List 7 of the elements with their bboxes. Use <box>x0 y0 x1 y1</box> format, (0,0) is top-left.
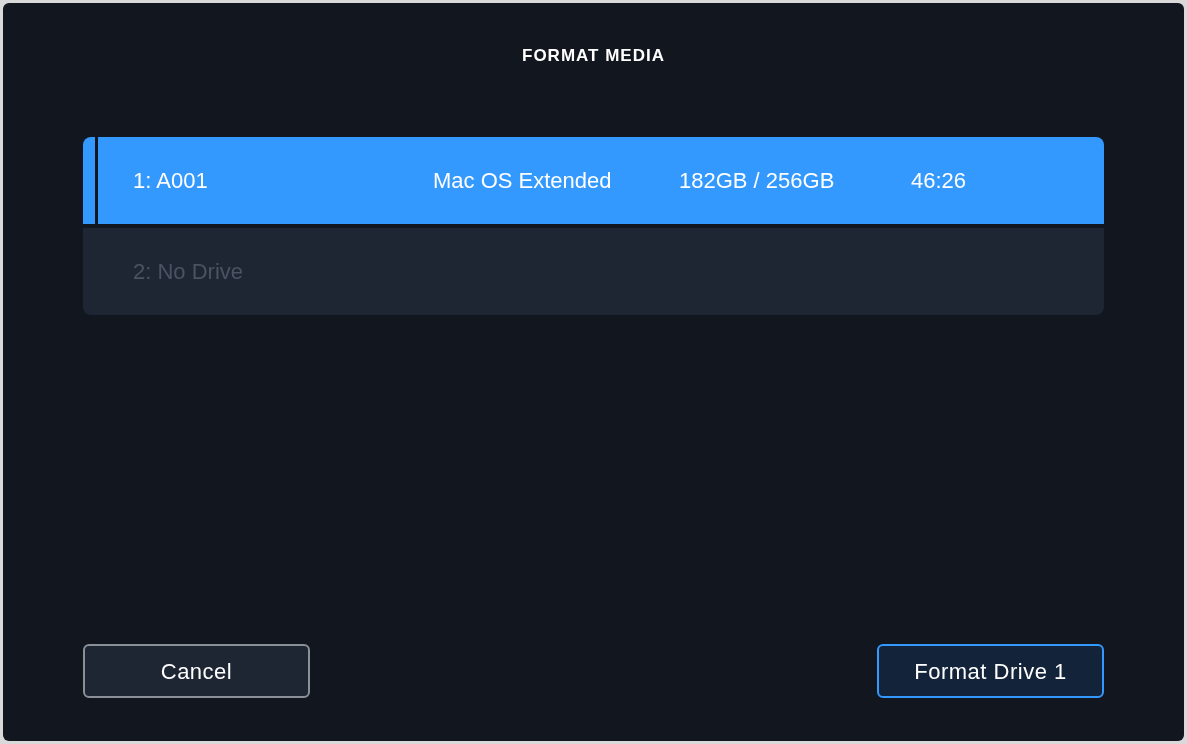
dialog-title: FORMAT MEDIA <box>522 45 665 67</box>
drive-format: Mac OS Extended <box>433 166 613 195</box>
drive-capacity: 182GB / 256GB <box>679 166 836 195</box>
format-button[interactable]: Format Drive 1 <box>877 644 1104 698</box>
record-time: 46:26 <box>911 166 967 195</box>
drive-name: 1: A001 <box>133 166 209 195</box>
cancel-button[interactable]: Cancel <box>83 644 310 698</box>
